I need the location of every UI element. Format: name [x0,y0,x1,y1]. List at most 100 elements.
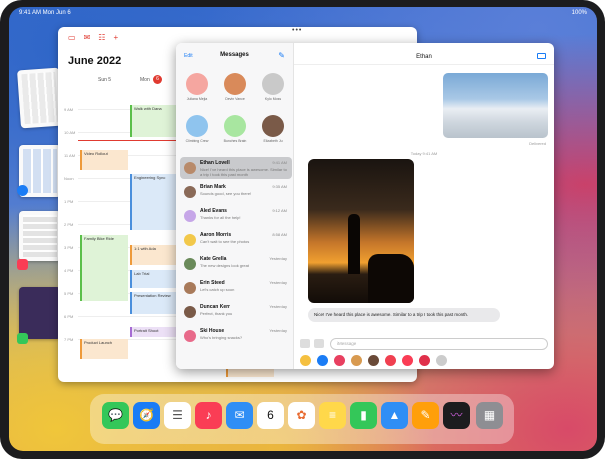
conversation-view: Ethan Delivered Today 9:41 AM Nice! I've… [294,43,554,369]
contact-name[interactable]: Ethan [294,54,554,60]
app-store-icon[interactable] [314,339,324,348]
inbox-icon[interactable]: ✉ [84,33,91,42]
pinned-conversation[interactable]: Kylo Moss [258,73,288,101]
avatar [184,210,196,222]
safari-icon[interactable]: 🧭 [133,402,160,429]
conversation-name: Aled Evans [200,208,227,214]
conversation-preview: Who's bringing snacks? [200,335,243,340]
conversation-item[interactable]: Erin Steed Yesterday Let's catch up soon [180,277,292,299]
app-library-icon[interactable]: ▦ [476,402,503,429]
conversation-preview: Nice! I've heard this place is awesome. … [200,167,287,177]
conversation-preview: Sounds good, see you there! [200,191,252,196]
reminders-icon[interactable]: ☰ [164,402,191,429]
memoji-app-icon-2[interactable] [368,355,379,366]
conversation-name: Brian Mark [200,184,226,190]
pinned-conversation[interactable]: Climbing Crew [182,115,212,143]
hour-label: 5 PM [64,291,74,296]
silhouette-photo[interactable] [308,159,414,303]
dock: 💬 🧭 ☰ ♪ ✉ 6 ✿ ≡ ▮ ▲ ✎ 〰 ▦ [90,394,514,444]
compose-icon[interactable]: ✎ [278,51,285,60]
avatar [224,73,246,95]
conversation-time: Yesterday [269,328,287,333]
stage-manager-window-3[interactable] [19,211,61,261]
conversation-preview: The new designs look great [200,263,249,268]
hour-label: 9 AM [64,107,74,112]
calendar-event[interactable]: Presentation Review [130,292,178,314]
hour-label: 7 PM [64,337,74,342]
more-apps-icon[interactable] [436,355,447,366]
delivered-status: Delivered [529,141,546,146]
stage-manager-window-4[interactable] [19,287,61,339]
status-time: 9:41 AM Mon Jun 6 [19,10,71,16]
messages-window[interactable]: Edit Messages ✎ Juliana Mejia Devin Vanc… [176,43,554,369]
keynote-icon[interactable]: ▲ [381,402,408,429]
avatar [224,115,246,137]
pinned-conversation[interactable]: Elizabeth Ju [258,115,288,143]
avatar [184,306,196,318]
conversation-name: Erin Steed [200,280,225,286]
message-timestamp: Today 9:41 AM [410,151,438,156]
sidebar-icon[interactable]: ▭ [68,33,76,42]
photos-app-icon[interactable] [300,355,311,366]
calendar-event[interactable]: Walk with Dana [130,105,178,137]
music-icon[interactable]: ♪ [195,402,222,429]
messages-icon[interactable]: 💬 [102,402,129,429]
avatar [186,73,208,95]
conversation-preview: Can't wait to see the photos [200,239,250,244]
event-label: Lab Trial [134,271,150,276]
conversation-item[interactable]: Ski House Yesterday Who's bringing snacks? [180,325,292,347]
conversation-item[interactable]: Aaron Morris 8:58 AM Can't wait to see the… [180,229,292,251]
pages-icon[interactable]: ✎ [412,402,439,429]
pinned-conversation[interactable]: Bunches Brain [220,115,250,143]
calendar-event[interactable]: Product Launch [80,339,128,359]
conversation-item[interactable]: Kate Grella Yesterday The new designs look… [180,253,292,275]
pinned-conversation[interactable]: Devin Vance [220,73,250,101]
hour-label: 10 AM [64,130,76,135]
message-input[interactable]: iMessage [330,338,548,350]
video-call-icon[interactable] [537,53,546,59]
conversation-item[interactable]: Ethan Lovell 9:41 AM Nice! I've heard this… [180,157,292,179]
freeform-icon[interactable]: 〰 [443,402,470,429]
conversation-item[interactable]: Brian Mark 9:35 AM Sounds good, see you th… [180,181,292,203]
numbers-icon [17,333,28,344]
mail-icon[interactable]: ✉ [226,402,253,429]
digital-touch-icon[interactable] [419,355,430,366]
numbers-icon[interactable]: ▮ [350,402,377,429]
photos-icon[interactable]: ✿ [288,402,315,429]
memoji-app-icon[interactable] [351,355,362,366]
music-app-icon[interactable] [402,355,413,366]
conversation-item[interactable]: Duncan Kerr Yesterday Perfect, thank you [180,301,292,323]
conversation-time: 9:35 AM [272,184,287,189]
home-screen: 9:41 AM Mon Jun 6 100% ▭ ✉ ☷ + June 2022… [9,7,597,451]
app-store-app-icon[interactable] [317,355,328,366]
imessage-app-strip [300,355,447,366]
event-label: Family Bike Ride [84,236,115,241]
conversation-item[interactable]: Aled Evans 9:12 AM Thanks for all the help… [180,205,292,227]
conversation-time: Yesterday [269,280,287,285]
window-handle-dots[interactable]: ••• [292,27,302,34]
add-icon[interactable]: + [113,33,118,42]
desert-photo[interactable] [443,73,548,138]
calendar-event[interactable]: Video Rollout [80,150,128,170]
fitness-app-icon[interactable] [334,355,345,366]
conversation-time: Yesterday [269,304,287,309]
music-icon [17,259,28,270]
conversation-name: Ethan Lovell [200,160,230,166]
camera-icon[interactable] [300,339,310,348]
calendar-event[interactable]: Engineering Sync [130,174,178,230]
conversation-preview: Let's catch up soon [200,287,235,292]
calendar-icon[interactable]: 6 [257,402,284,429]
calendar-event[interactable]: Family Bike Ride [80,235,128,301]
hour-label: 1 PM [64,199,74,204]
notes-icon[interactable]: ≡ [319,402,346,429]
calendar-list-icon[interactable]: ☷ [98,33,105,42]
calendar-event[interactable]: Portrait Shoot [130,327,178,337]
stage-manager-window-1[interactable] [17,67,63,129]
calendar-event[interactable]: Lab Trial [130,270,178,288]
calendar-event[interactable]: 1:1 with Ada [130,245,178,265]
pinned-name: Devin Vance [225,97,245,101]
pinned-name: Bunches Brain [223,139,247,143]
search-images-icon[interactable] [385,355,396,366]
pinned-name: Kylo Moss [264,97,282,101]
pinned-conversation[interactable]: Juliana Mejia [182,73,212,101]
